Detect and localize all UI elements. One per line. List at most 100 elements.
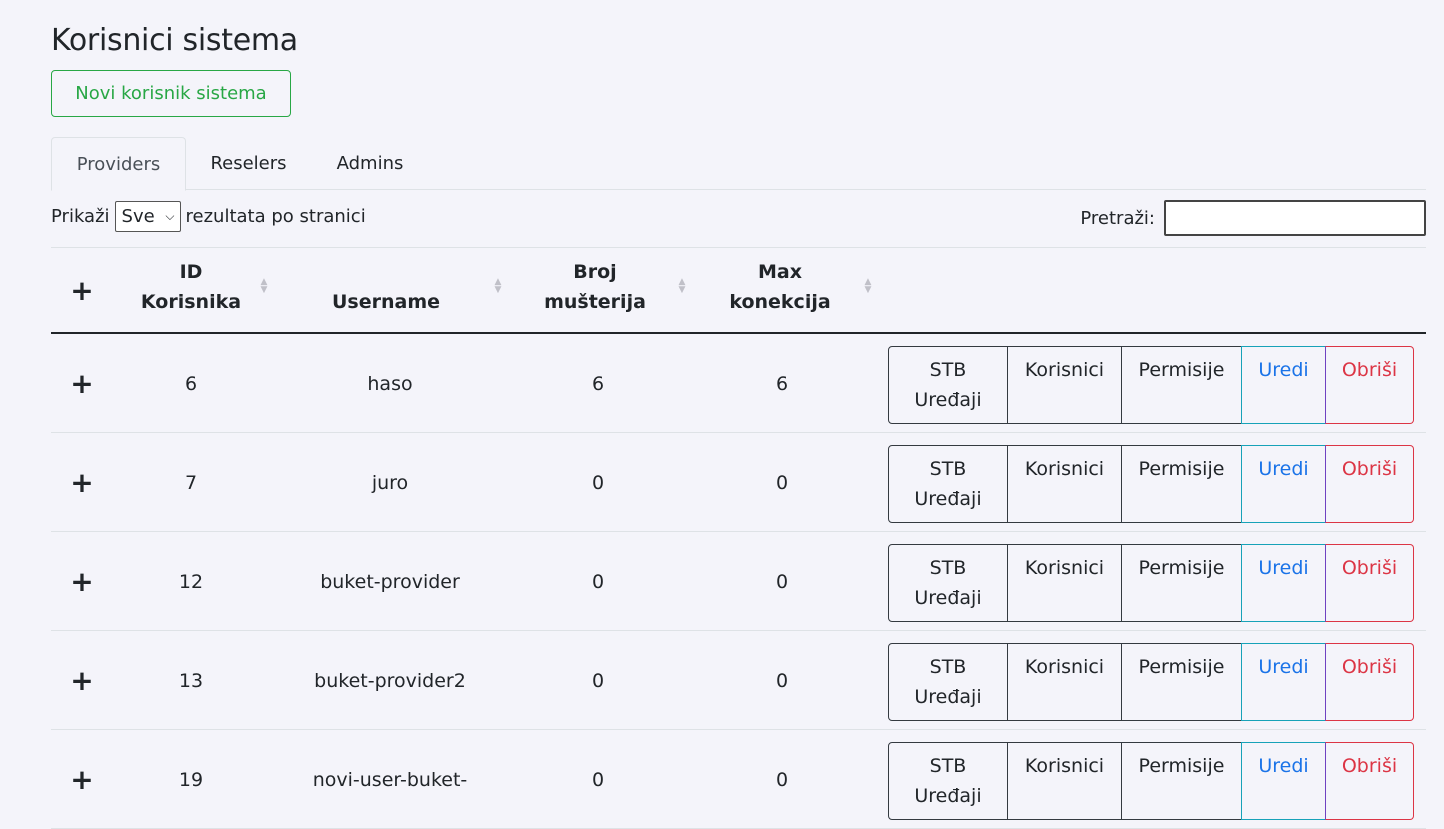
col-header-max-connections[interactable]: Max konekcija ▲ ▼	[687, 248, 873, 333]
cell-customers: 0	[591, 768, 605, 791]
col-header-id-line1: ID	[179, 261, 203, 283]
row-action-buttons: STB Uređaji Korisnici Permisije Uredi Obr…	[888, 643, 1414, 721]
expand-row-plus-icon[interactable]: +	[51, 334, 113, 433]
chevron-down-icon: ⌵	[165, 209, 175, 223]
stb-line2: Uređaji	[914, 686, 982, 708]
edit-button[interactable]: Uredi	[1241, 544, 1326, 622]
sort-arrows-icon: ▲ ▼	[864, 277, 872, 295]
stb-line1: STB	[929, 557, 967, 579]
cell-customers: 0	[591, 570, 605, 593]
length-suffix: rezultata po stranici	[185, 206, 366, 227]
row-action-buttons: STB Uređaji Korisnici Permisije Uredi Obr…	[888, 742, 1414, 820]
sort-arrows-icon: ▲ ▼	[678, 277, 686, 295]
row-action-buttons: STB Uređaji Korisnici Permisije Uredi Obr…	[888, 445, 1414, 523]
tab-reselers[interactable]: Reselers	[186, 137, 311, 190]
permissions-button[interactable]: Permisije	[1121, 346, 1242, 424]
col-header-maxconn-line1: Max	[758, 261, 802, 283]
expand-row-plus-icon[interactable]: +	[51, 631, 113, 730]
cell-customers: 6	[591, 372, 605, 395]
stb-line1: STB	[929, 359, 967, 381]
stb-line2: Uređaji	[914, 389, 982, 411]
search-control: Pretraži:	[1080, 200, 1426, 236]
table-row: + 19 novi-user-buket- 0 0 STB Uređaji Kor…	[51, 730, 1426, 829]
cell-username: buket-provider	[320, 570, 460, 593]
users-button[interactable]: Korisnici	[1007, 643, 1122, 721]
length-control: Prikaži Sve ⌵ rezultata po stranici	[51, 201, 366, 232]
sort-arrows-icon: ▲ ▼	[260, 277, 268, 295]
edit-button[interactable]: Uredi	[1241, 742, 1326, 820]
users-button[interactable]: Korisnici	[1007, 544, 1122, 622]
cell-username: juro	[371, 471, 409, 494]
users-button[interactable]: Korisnici	[1007, 346, 1122, 424]
col-header-customers-line2: mušterija	[544, 291, 646, 313]
permissions-button[interactable]: Permisije	[1121, 643, 1242, 721]
table-row: + 7 juro 0 0 STB Uređaji Korisnici Permis…	[51, 433, 1426, 532]
expand-row-plus-icon[interactable]: +	[51, 730, 113, 829]
cell-username: haso	[367, 372, 413, 395]
row-action-buttons: STB Uređaji Korisnici Permisije Uredi Obr…	[888, 544, 1414, 622]
permissions-button[interactable]: Permisije	[1121, 544, 1242, 622]
stb-devices-button[interactable]: STB Uređaji	[888, 742, 1008, 820]
col-header-id-line2: Korisnika	[140, 291, 242, 313]
expand-row-plus-icon[interactable]: +	[51, 433, 113, 532]
search-label: Pretraži:	[1080, 207, 1155, 229]
cell-username: buket-provider2	[314, 669, 466, 692]
cell-id: 12	[178, 570, 204, 593]
col-header-maxconn-line2: konekcija	[729, 291, 831, 313]
col-header-customers-line1: Broj	[573, 261, 617, 283]
tabs: Providers Reselers Admins	[51, 137, 1426, 191]
cell-id: 19	[178, 768, 204, 791]
stb-devices-button[interactable]: STB Uređaji	[888, 445, 1008, 523]
delete-button[interactable]: Obriši	[1325, 643, 1414, 721]
length-prefix: Prikaži	[51, 206, 110, 227]
stb-devices-button[interactable]: STB Uređaji	[888, 643, 1008, 721]
tab-admins[interactable]: Admins	[311, 137, 429, 190]
col-header-customers[interactable]: Broj mušterija ▲ ▼	[503, 248, 687, 333]
cell-id: 6	[184, 372, 198, 395]
permissions-button[interactable]: Permisije	[1121, 445, 1242, 523]
page-length-value: Sve	[121, 206, 155, 227]
stb-line1: STB	[929, 656, 967, 678]
col-header-username-label: Username	[331, 291, 441, 313]
users-button[interactable]: Korisnici	[1007, 742, 1122, 820]
table-header: + ID Korisnika ▲ ▼ Username ▲ ▼ Broj mušte…	[51, 247, 1426, 334]
edit-button[interactable]: Uredi	[1241, 346, 1326, 424]
stb-devices-button[interactable]: STB Uređaji	[888, 544, 1008, 622]
cell-max-connections: 0	[775, 669, 789, 692]
col-header-username[interactable]: Username ▲ ▼	[269, 248, 503, 333]
cell-max-connections: 0	[775, 768, 789, 791]
sort-arrows-icon: ▲ ▼	[494, 277, 502, 295]
cell-id: 7	[184, 471, 198, 494]
permissions-button[interactable]: Permisije	[1121, 742, 1242, 820]
row-action-buttons: STB Uređaji Korisnici Permisije Uredi Obr…	[888, 346, 1414, 424]
table-row: + 12 buket-provider 0 0 STB Uređaji Koris…	[51, 532, 1426, 631]
edit-button[interactable]: Uredi	[1241, 445, 1326, 523]
cell-max-connections: 6	[775, 372, 789, 395]
cell-max-connections: 0	[775, 570, 789, 593]
expand-row-plus-icon[interactable]: +	[51, 532, 113, 631]
stb-devices-button[interactable]: STB Uređaji	[888, 346, 1008, 424]
header-plus-icon: +	[70, 274, 94, 307]
tab-providers[interactable]: Providers	[51, 137, 186, 191]
stb-line2: Uređaji	[914, 488, 982, 510]
search-input[interactable]	[1164, 200, 1426, 236]
new-system-user-button[interactable]: Novi korisnik sistema	[51, 70, 291, 117]
cell-username: novi-user-buket-	[312, 768, 468, 791]
cell-max-connections: 0	[775, 471, 789, 494]
stb-line1: STB	[929, 755, 967, 777]
delete-button[interactable]: Obriši	[1325, 445, 1414, 523]
cell-customers: 0	[591, 471, 605, 494]
col-header-id[interactable]: ID Korisnika ▲ ▼	[113, 248, 269, 333]
cell-id: 13	[178, 669, 204, 692]
page-title: Korisnici sistema	[51, 23, 298, 58]
delete-button[interactable]: Obriši	[1325, 544, 1414, 622]
stb-line2: Uređaji	[914, 785, 982, 807]
page-length-select[interactable]: Sve ⌵	[114, 201, 181, 232]
stb-line1: STB	[929, 458, 967, 480]
delete-button[interactable]: Obriši	[1325, 742, 1414, 820]
delete-button[interactable]: Obriši	[1325, 346, 1414, 424]
edit-button[interactable]: Uredi	[1241, 643, 1326, 721]
stb-line2: Uređaji	[914, 587, 982, 609]
users-button[interactable]: Korisnici	[1007, 445, 1122, 523]
table-row: + 6 haso 6 6 STB Uređaji Korisnici Permis…	[51, 334, 1426, 433]
